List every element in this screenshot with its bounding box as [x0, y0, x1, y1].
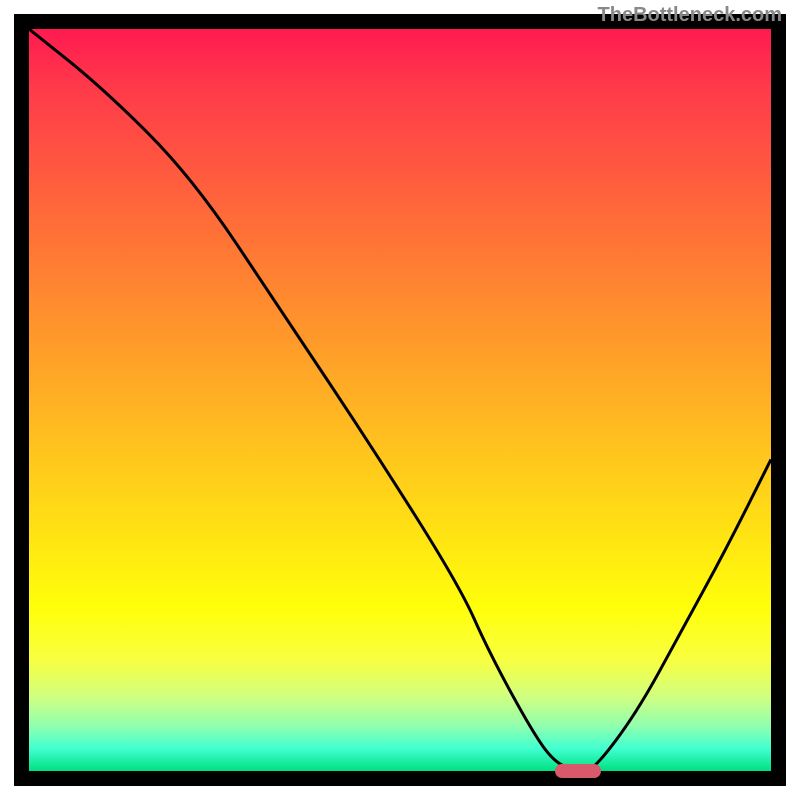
chart-frame-left: [14, 14, 29, 786]
chart-container: [0, 0, 800, 800]
chart-frame-right: [771, 14, 786, 786]
optimum-marker: [555, 764, 601, 778]
bottleneck-curve: [29, 29, 771, 771]
chart-frame-bottom: [14, 771, 786, 786]
watermark-text: TheBottleneck.com: [598, 4, 782, 27]
